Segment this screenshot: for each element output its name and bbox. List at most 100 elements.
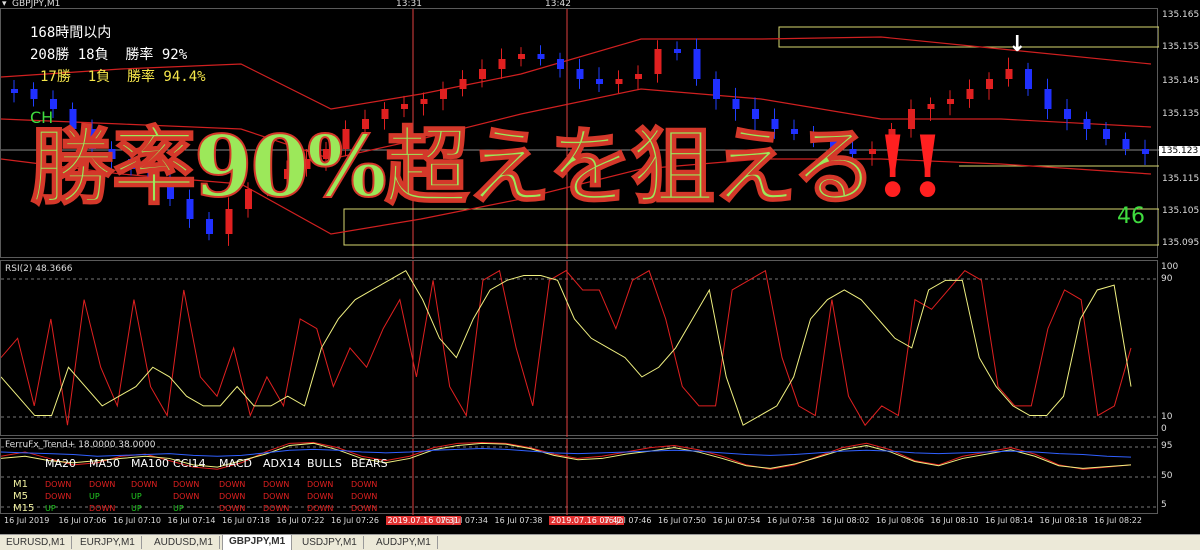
trend-row-label: M1: [13, 479, 28, 490]
time-label: 16 Jul 2019: [4, 516, 50, 525]
trend-signal: DOWN: [173, 480, 200, 489]
arrow-down-icon: ↓: [1008, 32, 1027, 57]
time-axis: 16 Jul 2019 16 Jul 07:06 16 Jul 07:10 16 Ju…: [0, 514, 1158, 534]
candle-body: [30, 89, 38, 99]
tab-gbpjpy-m1[interactable]: GBPJPY,M1: [222, 535, 293, 550]
time-label: 16 Jul 07:10: [113, 516, 161, 525]
trend-header: BULLS: [307, 457, 342, 470]
trend-signal: DOWN: [351, 504, 378, 513]
tab-eurjpy-m1[interactable]: EURJPY,M1: [74, 536, 142, 549]
candle-body: [1064, 109, 1071, 119]
time-label: 16 Jul 07:58: [767, 516, 815, 525]
rsi-level: 100: [1161, 262, 1179, 272]
trend-level: 95: [1161, 441, 1173, 451]
candle-body: [1122, 139, 1130, 149]
time-label: 16 Jul 08:06: [876, 516, 924, 525]
rsi-level: 90: [1161, 274, 1173, 284]
trend-signal: DOWN: [173, 492, 200, 501]
candle-body: [966, 89, 974, 99]
candle-body: [1005, 69, 1013, 79]
candle-body: [947, 99, 954, 104]
rsi-chart[interactable]: [0, 261, 1159, 437]
price-label: 135.135: [1162, 109, 1200, 119]
candle-body: [440, 89, 447, 99]
stat-line-1: 208勝 18負 勝率 92%: [30, 47, 188, 63]
headline: 勝率90%超えを狙える!!: [29, 100, 946, 221]
chart-title-bar: ▾ GBPJPY,M1 13:31 13:42: [0, 0, 1200, 9]
price-axis: 135.165 135.155 135.145 135.135 135.123 …: [1158, 8, 1200, 258]
trend-header: MA100: [131, 457, 170, 470]
candle-body: [498, 59, 506, 69]
rsi-title: RSI(2) 48.3666: [5, 264, 73, 274]
trend-signal: DOWN: [307, 504, 334, 513]
trend-level: 5: [1161, 500, 1167, 510]
time-label: 16 Jul 08:18: [1039, 516, 1088, 525]
trend-signal: DOWN: [351, 480, 378, 489]
trend-panel[interactable]: FerruFx_Trend+ 18.0000 38.0000 MA20 MA50 M…: [0, 438, 1159, 515]
time-label: 16 Jul 08:10: [930, 516, 979, 525]
price-label: 135.155: [1162, 42, 1200, 52]
dropdown-arrow-icon[interactable]: ▾: [2, 0, 7, 9]
time-label: 16 Jul 07:26: [331, 516, 379, 525]
trend-signal: DOWN: [263, 480, 290, 489]
tab-eurusd-m1[interactable]: EURUSD,M1: [0, 536, 72, 549]
trend-signal: DOWN: [219, 480, 246, 489]
time-label: 16 Jul 08:14: [985, 516, 1033, 525]
trend-signal: DOWN: [307, 480, 334, 489]
candle-body: [713, 79, 720, 99]
candle-body: [596, 79, 603, 84]
trend-row-label: M5: [13, 491, 28, 502]
headline-bang: !!: [874, 117, 946, 216]
tab-audjpy-m1[interactable]: AUDJPY,M1: [370, 536, 438, 549]
candle-body: [206, 219, 213, 234]
time-label: 16 Jul 07:22: [276, 516, 325, 525]
trend-row-label: M15: [13, 503, 35, 514]
trend-header: MA20: [45, 457, 77, 470]
stat-line-2: 17勝 1負 勝率 94.4%: [40, 69, 206, 85]
time-label: 16 Jul 07:34: [440, 516, 488, 525]
time-label: 16 Jul 07:38: [494, 516, 543, 525]
candle-body: [576, 69, 584, 79]
candle-body: [1083, 119, 1091, 129]
tab-audusd-m1[interactable]: AUDUSD,M1: [148, 536, 220, 549]
candle-body: [557, 59, 564, 69]
count-label: 46: [1117, 204, 1145, 229]
price-label: 135.115: [1162, 174, 1200, 184]
trend-header: MACD: [219, 457, 252, 470]
candle-body: [1142, 149, 1149, 154]
candle-body: [654, 49, 662, 74]
rsi-line-red: [0, 269, 1132, 427]
tab-usdjpy-m1[interactable]: USDJPY,M1: [296, 536, 364, 549]
trend-signal: DOWN: [307, 492, 334, 501]
zone-rectangle: [778, 26, 1160, 48]
trend-signal: DOWN: [131, 480, 158, 489]
candle-body: [674, 49, 681, 53]
trend-signal: DOWN: [263, 504, 290, 513]
trend-level: 50: [1161, 471, 1173, 481]
trend-signal: UP: [89, 492, 100, 501]
candle-body: [635, 74, 642, 79]
trend-header: CCI14: [173, 457, 206, 470]
candle-body: [986, 79, 993, 89]
rsi-panel[interactable]: RSI(2) 48.3666: [0, 260, 1159, 437]
candle-body: [693, 49, 701, 79]
price-label: 135.105: [1162, 206, 1200, 216]
trend-line-red: [0, 441, 1132, 470]
trend-signal: DOWN: [89, 504, 116, 513]
trend-signal: UP: [45, 504, 56, 513]
time-label: 16 Jul 07:46: [603, 516, 652, 525]
symbol-tab-bar: EURUSD,M1 EURJPY,M1 AUDUSD,M1 GBPJPY,M1 USDJ…: [0, 534, 1200, 550]
rsi-level: 10: [1161, 412, 1173, 422]
trend-signal: DOWN: [45, 492, 72, 501]
chart-title: GBPJPY,M1: [12, 0, 61, 9]
candle-body: [1025, 69, 1032, 89]
trend-signal: DOWN: [351, 492, 378, 501]
time-marker-1: 13:31: [396, 0, 422, 9]
headline-text: 勝率90%超えを狙える: [29, 116, 877, 217]
price-label: 135.145: [1162, 76, 1200, 86]
rsi-level: 0: [1161, 424, 1167, 434]
candle-body: [615, 79, 623, 84]
trend-signal: DOWN: [219, 492, 246, 501]
trend-signal: UP: [131, 492, 142, 501]
time-label: 16 Jul 07:50: [658, 516, 706, 525]
